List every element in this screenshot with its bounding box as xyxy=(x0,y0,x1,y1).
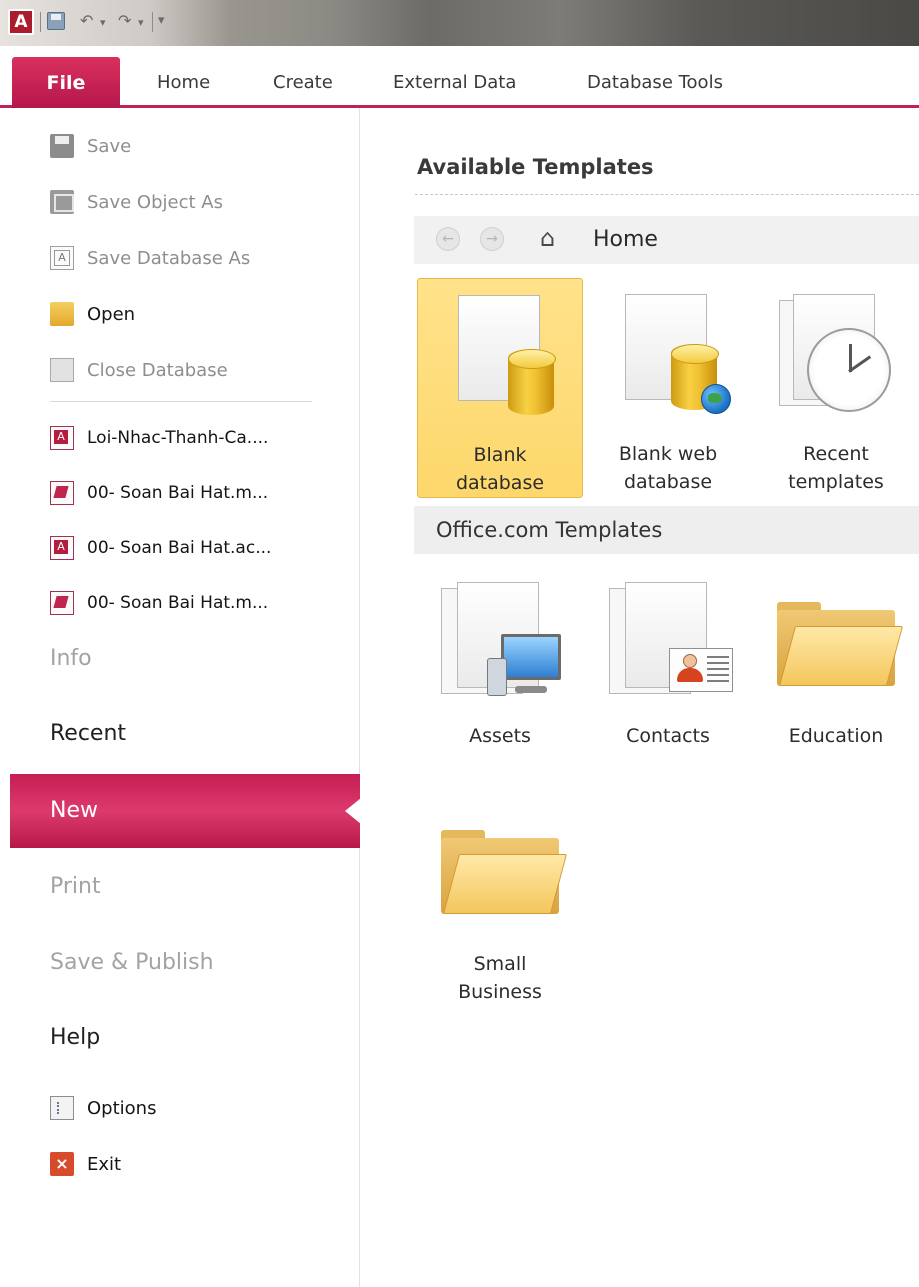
globe-icon xyxy=(701,384,731,414)
close-database-icon xyxy=(50,358,74,382)
recent-file-label: 00- Soan Bai Hat.m... xyxy=(87,593,269,613)
save-object-icon xyxy=(50,190,74,214)
home-icon[interactable]: ⌂ xyxy=(540,224,555,252)
home-location-label[interactable]: Home xyxy=(593,225,658,255)
save-database-icon xyxy=(50,246,74,270)
exit-label: Exit xyxy=(87,1153,122,1175)
template-contacts[interactable]: Contacts xyxy=(585,574,751,764)
section-help[interactable]: Help xyxy=(50,1013,100,1063)
template-label: Recent templates xyxy=(788,443,884,493)
section-save-publish[interactable]: Save & Publish xyxy=(50,938,214,988)
section-info[interactable]: Info xyxy=(50,634,92,684)
tab-home[interactable]: Home xyxy=(157,57,210,109)
exit-icon: × xyxy=(50,1152,74,1176)
save-object-as-label: Save Object As xyxy=(87,191,223,213)
folder-icon xyxy=(441,830,568,914)
clock-icon xyxy=(807,328,891,412)
nav-divider xyxy=(50,401,312,402)
template-blank-database[interactable]: Blank database xyxy=(417,278,583,498)
office-templates-label: Office.com Templates xyxy=(436,518,663,542)
customize-qat-icon[interactable]: ▾ xyxy=(158,13,165,28)
undo-dropdown-icon[interactable]: ▾ xyxy=(100,16,106,29)
template-label: Small Business xyxy=(458,953,542,1003)
recent-file-label: 00- Soan Bai Hat.m... xyxy=(87,483,269,503)
access-form-file-icon xyxy=(50,591,74,615)
close-database-label: Close Database xyxy=(87,359,228,381)
qat-separator xyxy=(40,12,41,32)
recent-file-item[interactable]: 00- Soan Bai Hat.ac... xyxy=(50,530,271,566)
computer-icon xyxy=(501,634,561,680)
access-file-icon xyxy=(50,536,74,560)
save-database-as-command[interactable]: Save Database As xyxy=(50,240,250,276)
template-label: Blank web database xyxy=(618,443,718,493)
template-navigation-bar: ← → ⌂ Home xyxy=(414,216,919,264)
redo-icon[interactable]: ↷ xyxy=(118,11,131,30)
recent-file-item[interactable]: Loi-Nhac-Thanh-Ca.... xyxy=(50,420,268,456)
recent-file-label: 00- Soan Bai Hat.ac... xyxy=(87,538,272,558)
heading-rule xyxy=(415,194,919,195)
back-arrow-icon[interactable]: ← xyxy=(436,227,460,251)
template-recent-templates[interactable]: Recent templates xyxy=(753,278,919,498)
template-small-business[interactable]: Small Business xyxy=(417,812,583,1022)
exit-command[interactable]: × Exit xyxy=(50,1146,121,1182)
close-database-command[interactable]: Close Database xyxy=(50,352,228,388)
office-templates-header: Office.com Templates xyxy=(414,506,919,554)
forward-arrow-icon[interactable]: → xyxy=(480,227,504,251)
available-templates-heading: Available Templates xyxy=(417,155,654,179)
save-object-as-command[interactable]: Save Object As xyxy=(50,184,223,220)
monitor-stand xyxy=(515,686,547,693)
options-icon xyxy=(50,1096,74,1120)
ribbon-tab-bar: File Home Create External Data Database … xyxy=(0,46,919,109)
tab-external-data[interactable]: External Data xyxy=(393,57,516,109)
access-app-icon[interactable]: A xyxy=(8,9,34,35)
access-form-file-icon xyxy=(50,481,74,505)
recent-file-item[interactable]: 00- Soan Bai Hat.m... xyxy=(50,475,268,511)
templates-pane: Available Templates ← → ⌂ Home Blank dat… xyxy=(361,108,919,1287)
open-label: Open xyxy=(87,303,136,325)
open-command[interactable]: Open xyxy=(50,296,135,332)
section-print[interactable]: Print xyxy=(50,862,101,912)
access-file-icon xyxy=(50,426,74,450)
card-lines xyxy=(707,656,729,684)
section-new-label: New xyxy=(50,798,98,823)
template-assets[interactable]: Assets xyxy=(417,574,583,764)
save-icon xyxy=(50,134,74,158)
template-education[interactable]: Education xyxy=(753,574,919,764)
tab-database-tools[interactable]: Database Tools xyxy=(587,57,723,109)
backstage-navigation: Save Save Object As Save Database As Ope… xyxy=(0,108,361,1287)
section-new[interactable]: New xyxy=(10,774,361,848)
database-icon xyxy=(508,349,556,415)
save-database-as-label: Save Database As xyxy=(87,247,251,269)
save-icon[interactable] xyxy=(47,12,65,30)
tab-create[interactable]: Create xyxy=(273,57,333,109)
undo-icon[interactable]: ↶ xyxy=(80,11,93,30)
tab-file[interactable]: File xyxy=(12,57,120,109)
save-command[interactable]: Save xyxy=(50,128,131,164)
template-label: Contacts xyxy=(626,725,710,747)
phone-icon xyxy=(487,658,507,696)
template-blank-web-database[interactable]: Blank web database xyxy=(585,278,751,498)
template-label: Blank database xyxy=(455,444,545,494)
section-recent[interactable]: Recent xyxy=(50,709,126,759)
options-label: Options xyxy=(87,1097,157,1119)
recent-file-item[interactable]: 00- Soan Bai Hat.m... xyxy=(50,585,268,621)
template-label: Education xyxy=(788,725,884,747)
options-command[interactable]: Options xyxy=(50,1090,156,1126)
save-label: Save xyxy=(87,135,132,157)
template-label: Assets xyxy=(469,725,531,747)
open-folder-icon xyxy=(50,302,74,326)
qat-separator xyxy=(152,12,153,32)
redo-dropdown-icon[interactable]: ▾ xyxy=(138,16,144,29)
selected-pointer xyxy=(345,798,361,824)
recent-file-label: Loi-Nhac-Thanh-Ca.... xyxy=(87,428,269,448)
person-icon xyxy=(677,654,703,684)
folder-icon xyxy=(777,602,904,686)
quick-access-toolbar: A ↶ ▾ ↷ ▾ ▾ xyxy=(0,0,919,46)
